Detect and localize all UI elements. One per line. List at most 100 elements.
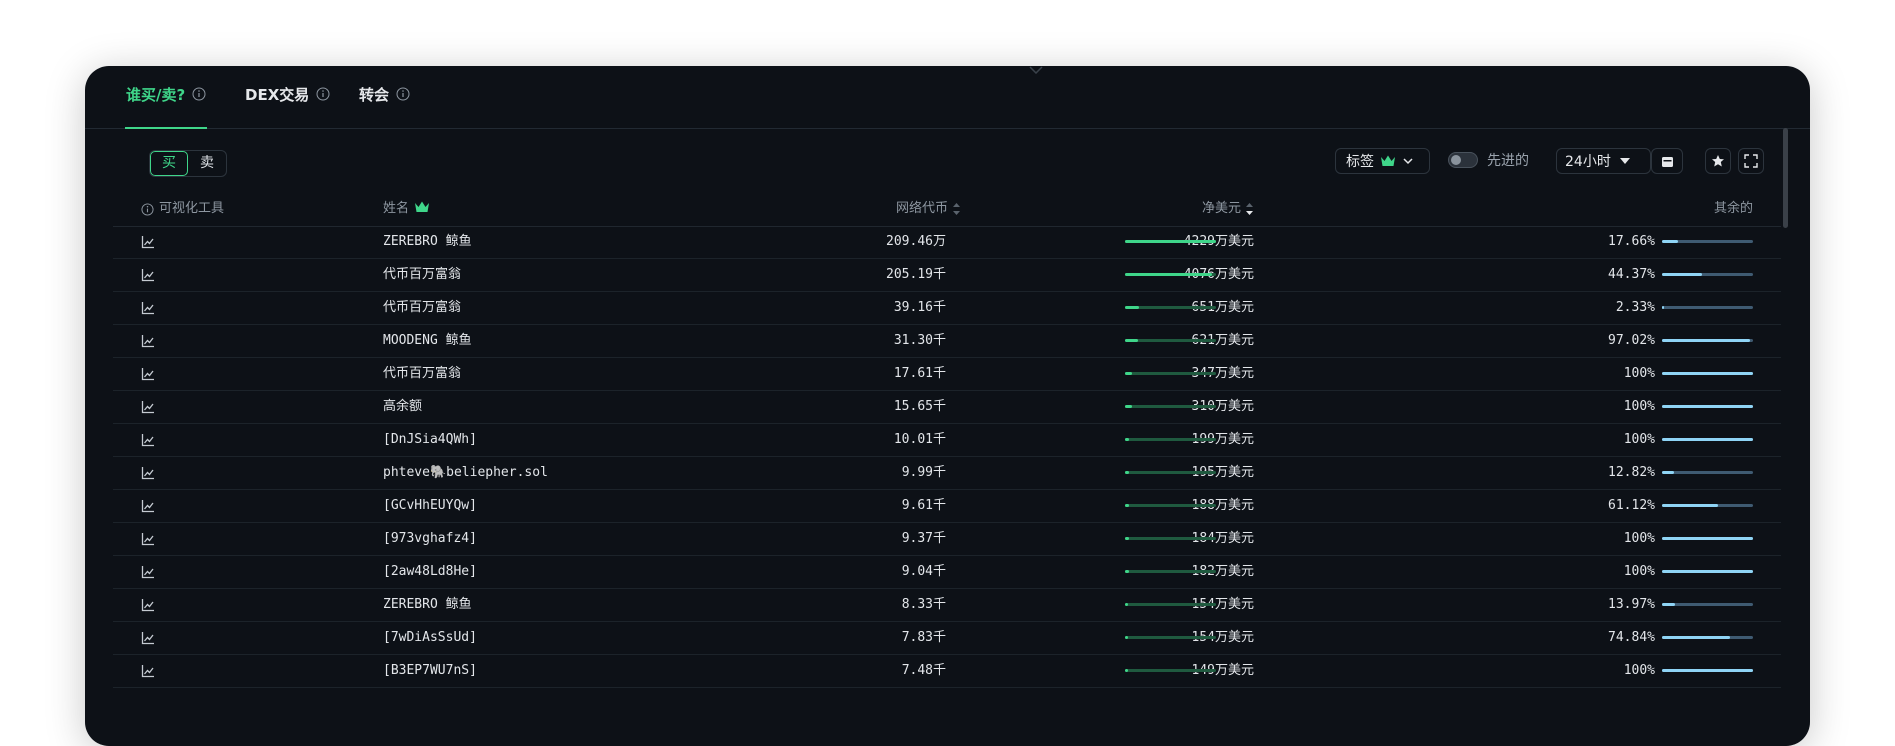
net-usd-bar-fill xyxy=(1125,471,1129,474)
chart-icon[interactable] xyxy=(141,631,155,645)
advanced-toggle[interactable] xyxy=(1448,152,1478,168)
info-icon[interactable] xyxy=(396,87,410,101)
holder-name[interactable]: phteve🐘beliepher.sol xyxy=(383,457,548,489)
holder-name[interactable]: [2aw48Ld8He] xyxy=(383,556,477,588)
chart-icon[interactable] xyxy=(141,598,155,612)
token-amount: 7.48千 xyxy=(901,663,946,678)
chart-icon[interactable] xyxy=(141,268,155,282)
chart-icon[interactable] xyxy=(141,433,155,447)
remaining-bar-fill xyxy=(1662,570,1753,573)
table-row[interactable]: [2aw48Ld8He] 9.04千 182万美元 100% xyxy=(113,556,1781,589)
fullscreen-button[interactable] xyxy=(1738,148,1764,174)
holder-name[interactable]: [B3EP7WU7nS] xyxy=(383,655,477,687)
holder-name[interactable]: 代币百万富翁 xyxy=(383,292,461,324)
table-row[interactable]: 高余额 15.65千 310万美元 100% xyxy=(113,391,1781,424)
holder-name[interactable]: MOODENG 鲸鱼 xyxy=(383,325,472,357)
remaining-bar-fill xyxy=(1662,504,1718,507)
remaining-bar-track xyxy=(1662,603,1753,606)
sell-option[interactable]: 卖 xyxy=(188,151,226,176)
timeframe-dropdown[interactable]: 24小时 xyxy=(1556,148,1651,174)
chart-icon[interactable] xyxy=(141,532,155,546)
net-usd-bar-track xyxy=(1125,603,1216,606)
net-usd-bar-fill xyxy=(1125,240,1216,243)
table-row[interactable]: [973vghafz4] 9.37千 184万美元 100% xyxy=(113,523,1781,556)
table-row[interactable]: 代币百万富翁 205.19千 4076万美元 44.37% xyxy=(113,259,1781,292)
remaining-percent: 100% xyxy=(1623,432,1655,447)
info-icon[interactable] xyxy=(192,87,206,101)
net-usd-bar-fill xyxy=(1125,636,1128,639)
col-tokens[interactable]: 网络代币 xyxy=(896,192,961,226)
tab-label: DEX交易 xyxy=(245,86,310,104)
buy-option[interactable]: 买 xyxy=(150,151,188,176)
table-row[interactable]: 代币百万富翁 39.16千 651万美元 2.33% xyxy=(113,292,1781,325)
chart-icon[interactable] xyxy=(141,499,155,513)
token-amount: 15.65千 xyxy=(893,399,946,414)
remaining-bar-track xyxy=(1662,306,1753,309)
table-header: 可视化工具 姓名 网络代币 净美元 其余的 xyxy=(113,192,1781,227)
net-usd-bar-fill xyxy=(1125,273,1212,276)
holders-panel: 谁买/卖? DEX交易 转会 买 卖 标签 先进的 24小时 可视化工具 姓名 … xyxy=(85,66,1810,746)
col-name-label: 姓名 xyxy=(383,201,410,216)
holder-name[interactable]: [DnJSia4QWh] xyxy=(383,424,477,456)
token-amount: 9.37千 xyxy=(901,531,946,546)
net-usd-bar-track xyxy=(1125,339,1216,342)
holder-name[interactable]: ZEREBRO 鲸鱼 xyxy=(383,589,472,621)
col-net-usd-label: 净美元 xyxy=(1201,201,1241,216)
tab-bar: 谁买/卖? DEX交易 转会 xyxy=(85,66,1810,129)
info-icon[interactable] xyxy=(316,87,330,101)
chart-icon[interactable] xyxy=(141,565,155,579)
col-visual-label: 可视化工具 xyxy=(159,201,225,216)
holder-name[interactable]: [7wDiAsSsUd] xyxy=(383,622,477,654)
tab-label: 谁买/卖? xyxy=(126,86,186,104)
table-row[interactable]: [DnJSia4QWh] 10.01千 199万美元 100% xyxy=(113,424,1781,457)
net-usd-bar-track xyxy=(1125,405,1216,408)
table-row[interactable]: [B3EP7WU7nS] 7.48千 149万美元 100% xyxy=(113,655,1781,688)
table-row[interactable]: phteve🐘beliepher.sol 9.99千 195万美元 12.82% xyxy=(113,457,1781,490)
token-amount: 9.61千 xyxy=(901,498,946,513)
caret-down-icon xyxy=(1619,158,1630,164)
col-visual: 可视化工具 xyxy=(141,192,224,226)
net-usd-bar-fill xyxy=(1125,405,1132,408)
remaining-bar-fill xyxy=(1662,603,1675,606)
col-name: 姓名 xyxy=(383,192,430,226)
calendar-button[interactable] xyxy=(1651,148,1683,174)
chart-icon[interactable] xyxy=(141,466,155,480)
chart-icon[interactable] xyxy=(141,664,155,678)
crown-icon xyxy=(415,201,430,212)
holder-name[interactable]: 代币百万富翁 xyxy=(383,358,461,390)
favorite-button[interactable] xyxy=(1705,148,1731,174)
tab-who-bought-sold[interactable]: 谁买/卖? xyxy=(124,86,208,129)
scrollbar[interactable] xyxy=(1783,128,1788,228)
crown-icon xyxy=(1381,155,1395,166)
info-icon[interactable] xyxy=(141,202,154,216)
table-row[interactable]: ZEREBRO 鲸鱼 8.33千 154万美元 13.97% xyxy=(113,589,1781,622)
tab-transfers[interactable]: 转会 xyxy=(359,86,410,128)
remaining-percent: 17.66% xyxy=(1608,234,1655,249)
tab-dex-trades[interactable]: DEX交易 xyxy=(245,86,330,128)
holder-name[interactable]: ZEREBRO 鲸鱼 xyxy=(383,226,472,258)
table-row[interactable]: ZEREBRO 鲸鱼 209.46万 4229万美元 17.66% xyxy=(113,226,1781,259)
chart-icon[interactable] xyxy=(141,235,155,249)
holder-name[interactable]: [GCvHhEUYQw] xyxy=(383,490,477,522)
calendar-icon xyxy=(1661,156,1673,167)
chart-icon[interactable] xyxy=(141,400,155,414)
chart-icon[interactable] xyxy=(141,367,155,381)
table-row[interactable]: MOODENG 鲸鱼 31.30千 621万美元 97.02% xyxy=(113,325,1781,358)
net-usd-bar-fill xyxy=(1125,603,1128,606)
chart-icon[interactable] xyxy=(141,334,155,348)
table-row[interactable]: [7wDiAsSsUd] 7.83千 154万美元 74.84% xyxy=(113,622,1781,655)
holder-name[interactable]: 高余额 xyxy=(383,391,422,423)
net-usd-bar-track xyxy=(1125,471,1216,474)
net-usd-bar-track xyxy=(1125,636,1216,639)
remaining-bar-fill xyxy=(1662,405,1753,408)
chart-icon[interactable] xyxy=(141,301,155,315)
table-row[interactable]: [GCvHhEUYQw] 9.61千 188万美元 61.12% xyxy=(113,490,1781,523)
table-row[interactable]: 代币百万富翁 17.61千 347万美元 100% xyxy=(113,358,1781,391)
col-net-usd[interactable]: 净美元 xyxy=(1202,192,1254,226)
holder-name[interactable]: [973vghafz4] xyxy=(383,523,477,555)
fullscreen-icon xyxy=(1744,154,1758,168)
token-amount: 17.61千 xyxy=(893,366,946,381)
tags-dropdown[interactable]: 标签 xyxy=(1335,148,1430,174)
remaining-percent: 2.33% xyxy=(1615,300,1655,315)
holder-name[interactable]: 代币百万富翁 xyxy=(383,259,461,291)
